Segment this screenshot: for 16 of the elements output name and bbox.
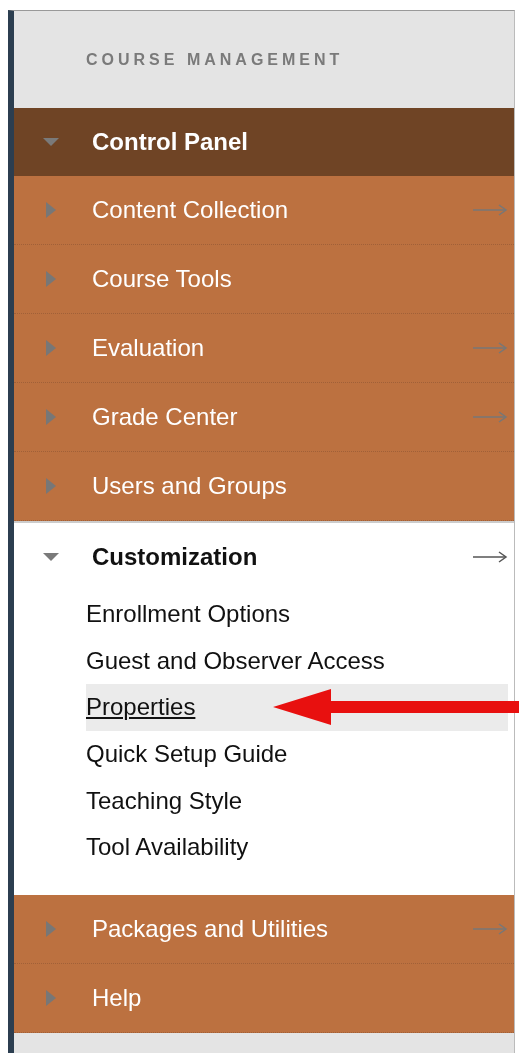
menu-item[interactable]: Content Collection bbox=[14, 176, 514, 245]
right-arrow-icon[interactable] bbox=[472, 550, 508, 564]
submenu-link[interactable]: Teaching Style bbox=[86, 777, 508, 824]
submenu-link[interactable]: Tool Availability bbox=[86, 823, 508, 871]
menu-item[interactable]: Grade Center bbox=[14, 383, 514, 452]
menu-item[interactable]: Packages and Utilities bbox=[14, 894, 514, 964]
menu-section-title[interactable]: Customization bbox=[92, 543, 472, 571]
menu-item[interactable]: Users and Groups bbox=[14, 452, 514, 521]
menu-item[interactable]: Evaluation bbox=[14, 314, 514, 383]
submenu-link[interactable]: Guest and Observer Access bbox=[86, 637, 508, 685]
menu-item[interactable]: Help bbox=[14, 963, 514, 1033]
submenu-link[interactable]: Quick Setup Guide bbox=[86, 730, 508, 778]
submenu-link[interactable]: Enrollment Options bbox=[86, 591, 508, 638]
menu-item[interactable]: Course Tools bbox=[14, 245, 514, 314]
control-panel-header[interactable]: Control Panel bbox=[14, 108, 514, 176]
section-heading: COURSE MANAGEMENT bbox=[85, 49, 345, 70]
